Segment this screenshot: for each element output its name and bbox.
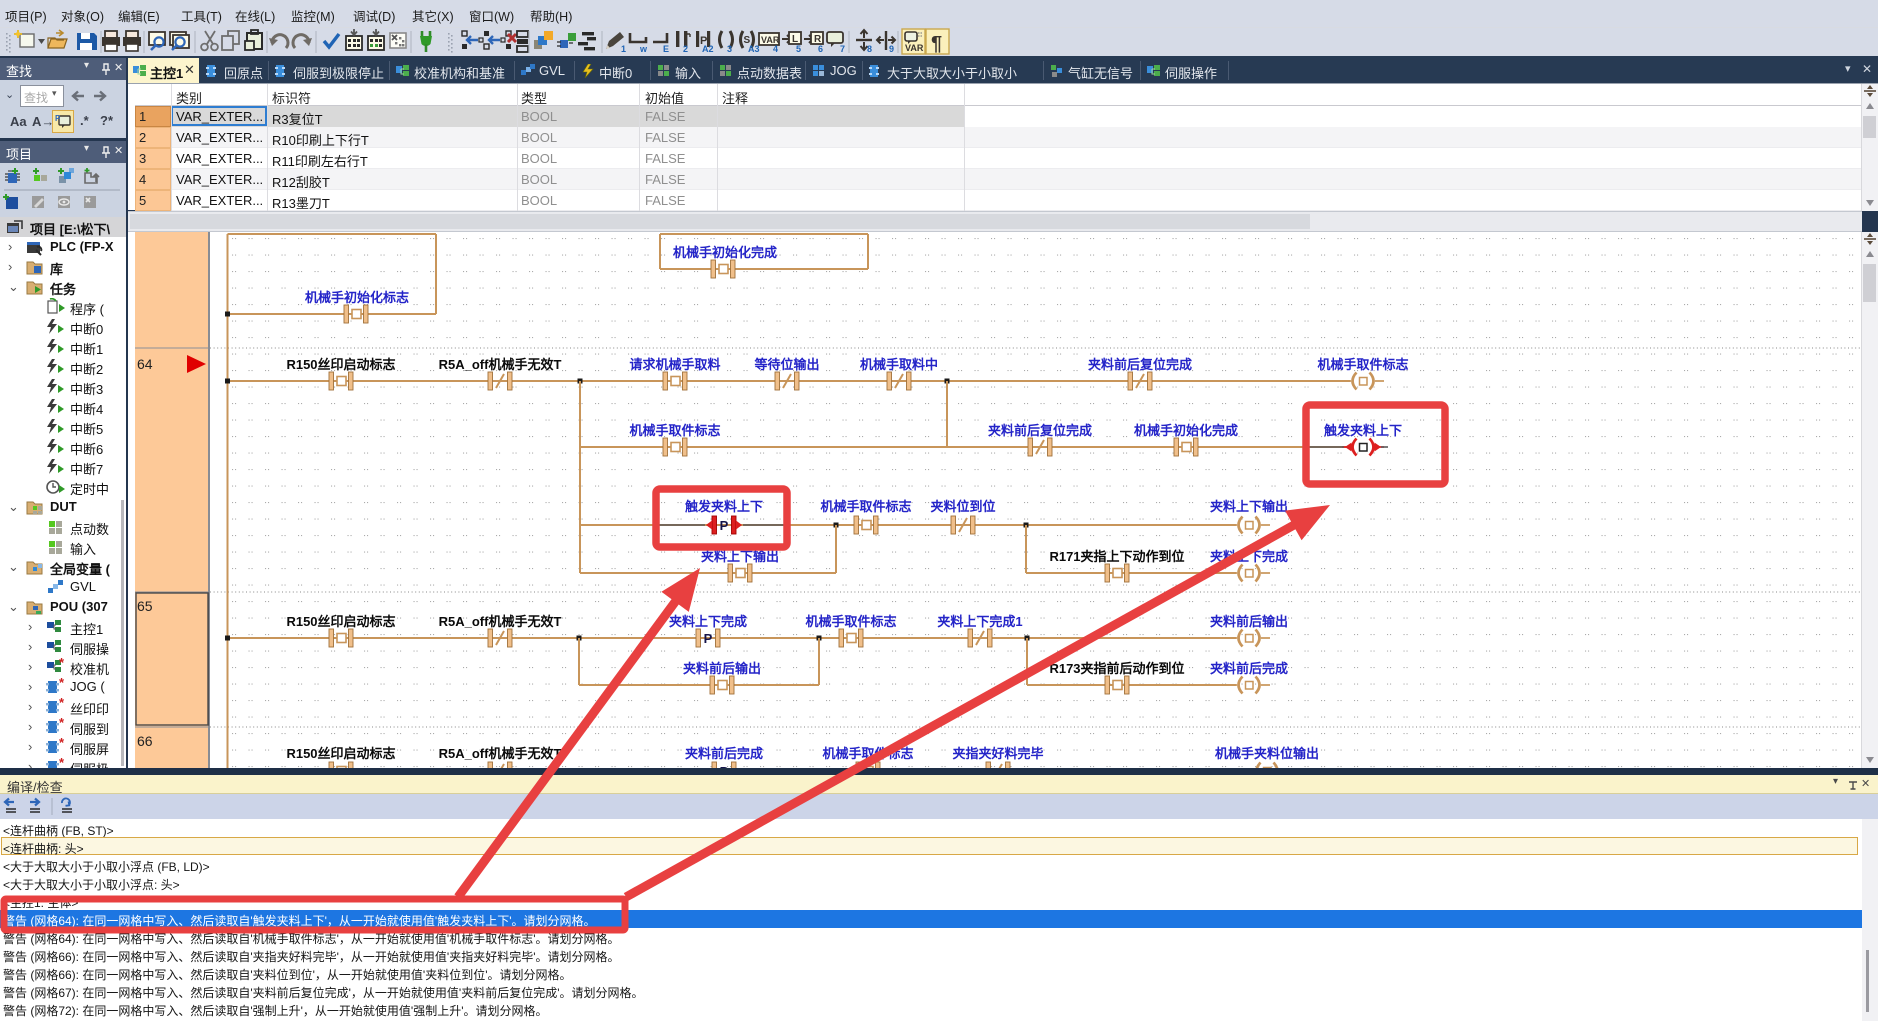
svg-text:等待位输出: 等待位输出 [753,357,819,372]
svg-text:机械手取料中: 机械手取料中 [860,357,938,372]
svg-text:R171夹指上下动作到位: R171夹指上下动作到位 [1049,549,1184,564]
svg-text:¶: ¶ [931,33,942,55]
svg-text:65: 65 [137,598,153,614]
svg-text:R150丝印启动标志: R150丝印启动标志 [286,357,395,372]
svg-text:*: * [59,718,65,730]
svg-text:VAR: VAR [905,43,924,53]
svg-text:机械手初始化完成: 机械手初始化完成 [673,245,777,260]
svg-text:夹料上下输出: 夹料上下输出 [1210,499,1288,514]
svg-text:A2: A2 [702,44,714,54]
svg-text:夹料上下完成: 夹料上下完成 [669,614,747,629]
svg-text:夹料上下输出: 夹料上下输出 [701,549,779,564]
svg-text:R150丝印启动标志: R150丝印启动标志 [286,746,395,761]
svg-text:夹料上下完成1: 夹料上下完成1 [937,614,1022,629]
svg-text:P: P [704,631,713,646]
svg-text:机械手取件标志: 机械手取件标志 [805,614,896,629]
svg-text:夹料前后复位完成: 夹料前后复位完成 [1088,357,1192,372]
svg-text:R150丝印启动标志: R150丝印启动标志 [286,614,395,629]
svg-text:夹指夹好料完毕: 夹指夹好料完毕 [952,746,1043,761]
svg-text:*: * [59,698,65,710]
svg-text:机械手初始化完成: 机械手初始化完成 [1134,423,1238,438]
svg-text:R173夹指前后动作到位: R173夹指前后动作到位 [1049,661,1184,676]
svg-text:9: 9 [889,44,894,54]
svg-text:P: P [55,114,61,123]
svg-text:*: * [59,658,65,670]
svg-text:机械手取件标志: 机械手取件标志 [822,746,913,761]
svg-text:5: 5 [796,44,801,54]
svg-text:4: 4 [773,44,778,54]
svg-text:机械手夹料位输出: 机械手夹料位输出 [1215,746,1319,761]
svg-text:w: w [639,44,648,54]
svg-text:7: 7 [840,44,845,54]
svg-text:夹料位到位: 夹料位到位 [930,499,995,514]
svg-text:66: 66 [137,733,153,749]
svg-text:6: 6 [818,44,823,54]
svg-text:机械手取件标志: 机械手取件标志 [820,499,911,514]
svg-text:2: 2 [683,44,688,54]
svg-text:3: 3 [727,44,732,54]
svg-text:夹料前后完成: 夹料前后完成 [685,746,763,761]
svg-text:8: 8 [867,44,872,54]
svg-text:机械手初始化标志: 机械手初始化标志 [305,290,409,305]
svg-text:1: 1 [621,44,626,54]
svg-text:64: 64 [137,356,153,372]
svg-text:E: E [663,44,669,54]
svg-text:*: * [59,678,65,690]
svg-text:触发夹料上下: 触发夹料上下 [1323,423,1402,438]
svg-text:机械手取件标志: 机械手取件标志 [629,423,720,438]
svg-text:夹料前后输出: 夹料前后输出 [1210,614,1288,629]
svg-text:R5A_off机械手无效T: R5A_off机械手无效T [439,746,562,761]
svg-text:请求机械手取料: 请求机械手取料 [629,357,720,372]
svg-text:夹料上下完成: 夹料上下完成 [1210,549,1288,564]
svg-text:P: P [720,518,729,533]
svg-text:夹料前后输出: 夹料前后输出 [683,661,761,676]
svg-text:夹料前后完成: 夹料前后完成 [1210,661,1288,676]
svg-text:R5A_off机械手无效T: R5A_off机械手无效T [439,614,562,629]
svg-text:触发夹料上下: 触发夹料上下 [684,499,763,514]
svg-text:R5A_off机械手无效T: R5A_off机械手无效T [439,357,562,372]
svg-text:*: * [59,738,65,750]
svg-text:机械手取件标志: 机械手取件标志 [1317,357,1408,372]
svg-text:A3: A3 [748,44,760,54]
svg-text:夹料前后复位完成: 夹料前后复位完成 [988,423,1092,438]
